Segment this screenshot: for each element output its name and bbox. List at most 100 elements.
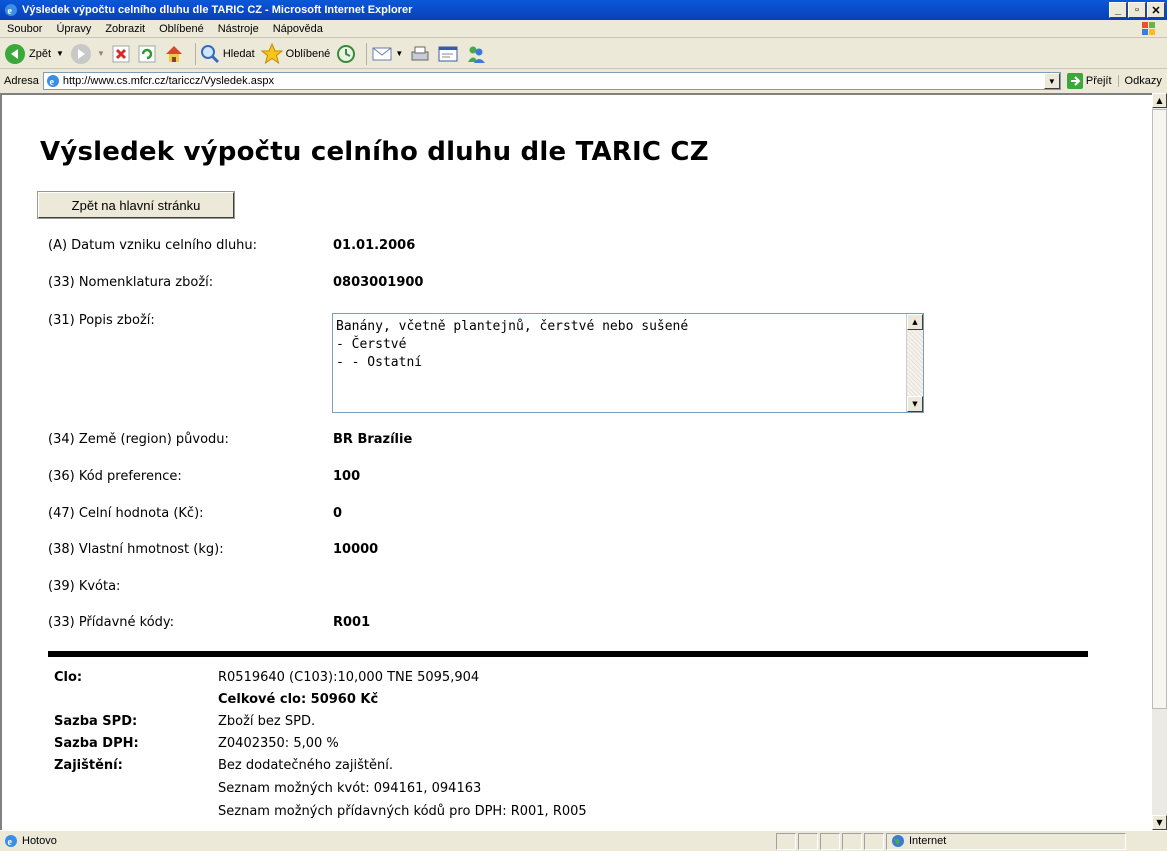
result-value-guarantee: Bez dodatečného zajištění. xyxy=(218,758,393,773)
forward-button[interactable]: ▼ xyxy=(70,43,105,65)
menu-tools[interactable]: Nástroje xyxy=(211,23,266,35)
ie-icon: e xyxy=(5,4,17,17)
links-button[interactable]: Odkazy xyxy=(1117,75,1162,87)
menu-bar: Soubor Úpravy Zobrazit Oblíbené Nástroje… xyxy=(0,20,1167,38)
history-icon xyxy=(337,44,356,63)
field-label-additional-codes: (33) Přídavné kódy: xyxy=(48,615,175,630)
close-button[interactable]: ✕ xyxy=(1147,2,1165,18)
field-value-preference: 100 xyxy=(333,469,361,484)
scroll-down-icon[interactable]: ▼ xyxy=(907,396,923,412)
page-content: Výsledek výpočtu celního dluhu dle TARIC… xyxy=(0,93,1152,830)
field-label-weight: (38) Vlastní hmotnost (kg): xyxy=(48,542,224,557)
forward-dropdown-icon[interactable]: ▼ xyxy=(97,49,105,58)
forward-arrow-icon xyxy=(70,43,91,64)
result-value-dph: Z0402350: 5,00 % xyxy=(218,736,339,751)
menu-file[interactable]: Soubor xyxy=(0,23,49,35)
go-button[interactable]: Přejít xyxy=(1066,73,1112,89)
status-cell xyxy=(820,832,840,850)
description-textarea[interactable]: Banány, včetně plantejnů, čerstvé nebo s… xyxy=(332,313,924,413)
status-bar: e Hotovo Internet xyxy=(0,830,1167,851)
svg-text:e: e xyxy=(8,837,13,848)
result-value-clo: R0519640 (C103):10,000 TNE 5095,904 xyxy=(218,670,480,685)
address-dropdown-icon[interactable]: ▼ xyxy=(1043,73,1060,89)
edit-page-icon xyxy=(438,46,458,61)
stop-icon xyxy=(112,45,130,62)
status-cell xyxy=(864,832,884,850)
status-cell xyxy=(842,832,862,850)
toolbar-separator xyxy=(194,42,196,65)
windows-logo-icon xyxy=(1142,22,1155,35)
globe-icon xyxy=(892,835,904,847)
field-value-origin: BR Brazílie xyxy=(333,432,413,447)
print-button[interactable] xyxy=(409,44,431,64)
scroll-up-icon[interactable]: ▲ xyxy=(1152,93,1167,108)
home-button[interactable] xyxy=(163,43,185,65)
stop-button[interactable] xyxy=(111,44,131,64)
back-arrow-icon xyxy=(5,43,25,64)
back-dropdown-icon[interactable]: ▼ xyxy=(56,49,64,58)
favorites-label: Oblíbené xyxy=(285,47,331,60)
history-button[interactable] xyxy=(336,44,356,64)
result-label-guarantee: Zajištění: xyxy=(54,758,123,773)
window-title: Výsledek výpočtu celního dluhu dle TARIC… xyxy=(22,4,413,16)
field-label-origin: (34) Země (region) původu: xyxy=(48,432,229,447)
page-icon: e xyxy=(46,75,59,88)
result-additional-codes-list: Seznam možných přídavných kódů pro DPH: … xyxy=(218,804,587,819)
svg-text:e: e xyxy=(49,77,54,88)
menu-view[interactable]: Zobrazit xyxy=(98,23,152,35)
edit-button[interactable] xyxy=(437,44,459,64)
refresh-icon xyxy=(138,45,156,62)
minimize-button[interactable]: _ xyxy=(1109,2,1127,18)
maximize-button[interactable]: ▫ xyxy=(1128,2,1146,18)
toolbar-separator xyxy=(366,42,368,65)
mail-dropdown-icon[interactable]: ▼ xyxy=(395,49,403,58)
favorites-button[interactable]: Oblíbené xyxy=(260,42,331,65)
field-label-quota: (39) Kvóta: xyxy=(48,579,121,594)
window-titlebar: e Výsledek výpočtu celního dluhu dle TAR… xyxy=(0,0,1167,20)
field-value-nomenclature: 0803001900 xyxy=(333,275,424,290)
star-icon xyxy=(260,42,283,64)
back-label: Zpět xyxy=(29,47,52,60)
printer-icon xyxy=(411,46,429,60)
address-input[interactable]: e http://www.cs.mfcr.cz/tariccz/Vysledek… xyxy=(42,72,1061,90)
address-url: http://www.cs.mfcr.cz/tariccz/Vysledek.a… xyxy=(62,75,274,87)
back-to-main-button[interactable]: Zpět na hlavní stránku xyxy=(37,191,235,219)
menu-edit[interactable]: Úpravy xyxy=(49,23,98,35)
scroll-up-icon[interactable]: ▲ xyxy=(907,314,923,330)
description-text: Banány, včetně plantejnů, čerstvé nebo s… xyxy=(336,319,689,370)
mail-icon xyxy=(372,47,392,60)
refresh-button[interactable] xyxy=(137,44,157,64)
field-label-date: (A) Datum vzniku celního dluhu: xyxy=(48,238,258,253)
menu-help[interactable]: Nápověda xyxy=(266,23,330,35)
menu-favorites[interactable]: Oblíbené xyxy=(152,23,211,35)
page-scrollbar[interactable]: ▲ ▼ xyxy=(1152,93,1167,830)
search-button[interactable]: Hledat xyxy=(200,44,255,64)
status-cell xyxy=(776,832,796,850)
back-button[interactable]: Zpět ▼ xyxy=(4,43,64,65)
field-label-customs-value: (47) Celní hodnota (Kč): xyxy=(48,506,204,521)
scroll-thumb[interactable] xyxy=(1152,109,1167,709)
field-label-preference: (36) Kód preference: xyxy=(48,469,182,484)
address-bar: Adresa e http://www.cs.mfcr.cz/tariccz/V… xyxy=(0,70,1167,92)
address-label: Adresa xyxy=(4,75,39,87)
result-label-spd: Sazba SPD: xyxy=(54,714,138,729)
messenger-icon xyxy=(468,46,486,63)
result-quota-list: Seznam možných kvót: 094161, 094163 xyxy=(218,781,482,796)
messenger-button[interactable] xyxy=(465,44,487,64)
status-cell xyxy=(798,832,818,850)
search-label: Hledat xyxy=(222,47,255,60)
toolbar: Zpět ▼ ▼ Hledat Oblíbené ▼ xyxy=(0,39,1167,69)
field-value-date: 01.01.2006 xyxy=(333,238,416,253)
page-done-icon: e xyxy=(5,835,17,848)
go-label: Přejít xyxy=(1085,75,1112,87)
page-title: Výsledek výpočtu celního dluhu dle TARIC… xyxy=(40,137,709,167)
scroll-down-icon[interactable]: ▼ xyxy=(1152,815,1167,830)
field-value-additional-codes: R001 xyxy=(333,615,371,630)
mail-button[interactable]: ▼ xyxy=(371,44,403,64)
description-scrollbar[interactable]: ▲ ▼ xyxy=(906,314,923,412)
result-label-dph: Sazba DPH: xyxy=(54,736,139,751)
svg-text:e: e xyxy=(8,6,13,17)
field-value-customs-value: 0 xyxy=(333,506,343,521)
home-icon xyxy=(165,45,182,62)
security-zone: Internet xyxy=(886,832,1126,850)
